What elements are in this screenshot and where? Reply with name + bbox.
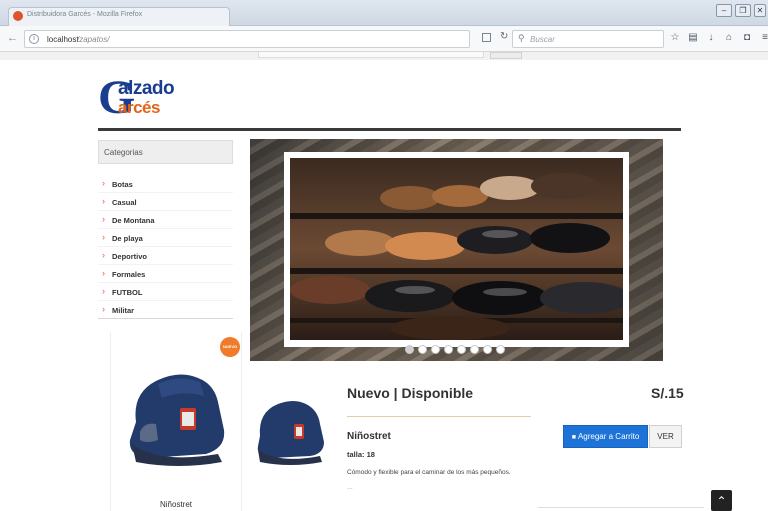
carousel-indicators [405, 345, 505, 354]
minimize-icon[interactable]: – [716, 4, 732, 17]
url-path: /zapatos/ [77, 35, 110, 44]
menu-icon[interactable]: ≡ [759, 32, 768, 44]
chevron-right-icon: › [102, 178, 105, 188]
category-label: De Montana [112, 216, 155, 225]
tab-title: Distribuidora Garcés - Mozilla Firefox [27, 11, 143, 18]
category-label: De playa [112, 234, 143, 243]
view-button[interactable]: VER [649, 425, 682, 448]
category-list: › Botas › Casual › De Montana › De playa… [98, 175, 233, 319]
product-price: S/.15 [651, 385, 684, 401]
category-label: Deportivo [112, 252, 148, 261]
carousel-dot[interactable] [457, 345, 466, 354]
sidebar-divider [98, 318, 233, 319]
chevron-right-icon: › [102, 214, 105, 224]
browser-window: Distribuidora Garcés - Mozilla Firefox –… [0, 0, 768, 511]
back-arrow-icon[interactable]: ← [7, 32, 18, 44]
carousel-dot[interactable] [418, 345, 427, 354]
top-select[interactable] [258, 52, 484, 58]
window-controls: – ❐ ✕ [716, 4, 766, 17]
toolbar-icons: ☆ ▤ ↓ ⌂ ◘ ≡ [669, 32, 768, 44]
product-description: Cómodo y flexible para el caminar de los… [347, 469, 511, 476]
category-item-formales[interactable]: › Formales [98, 265, 233, 283]
page-top-strip [0, 52, 768, 60]
carousel-dot[interactable] [483, 345, 492, 354]
add-to-cart-label: Agregar a Carrito [577, 432, 640, 441]
product-thumbnail[interactable] [250, 386, 330, 466]
chevron-right-icon: › [102, 196, 105, 206]
chevron-right-icon: › [102, 304, 105, 314]
chevron-right-icon: › [102, 232, 105, 242]
product-size: talla: 18 [347, 450, 375, 459]
category-item-deportivo[interactable]: › Deportivo [98, 247, 233, 265]
reload-icon[interactable]: ↻ [500, 31, 508, 42]
categories-heading: Categorias [98, 140, 233, 164]
category-item-militar[interactable]: › Militar [98, 301, 233, 319]
carousel-dot[interactable] [405, 345, 414, 354]
header-divider [98, 128, 681, 131]
category-label: Formales [112, 270, 146, 279]
cart-icon: ■ [571, 434, 576, 441]
carousel-slide-image [290, 158, 623, 340]
category-item-botas[interactable]: › Botas [98, 175, 233, 193]
logo[interactable]: G alzado arcés [98, 72, 188, 124]
pocket-icon[interactable]: ◘ [741, 32, 753, 44]
categories-heading-label: Categorias [104, 148, 143, 157]
carousel-dot[interactable] [444, 345, 453, 354]
title-bar: Distribuidora Garcés - Mozilla Firefox –… [0, 0, 768, 26]
search-placeholder: Buscar [530, 35, 555, 44]
category-item-de-playa[interactable]: › De playa [98, 229, 233, 247]
product-card-name[interactable]: Niñostret [110, 500, 242, 509]
category-label: Botas [112, 180, 133, 189]
product-ellipsis: ... [347, 484, 353, 491]
add-to-cart-button[interactable]: ■ Agregar a Carrito [563, 425, 648, 448]
close-icon[interactable]: ✕ [754, 4, 766, 17]
carousel-dot[interactable] [496, 345, 505, 354]
firefox-icon [13, 11, 23, 21]
info-icon[interactable]: i [29, 34, 39, 44]
image-carousel[interactable] [250, 139, 663, 361]
product-divider [347, 416, 531, 417]
product-status-title: Nuevo | Disponible [347, 385, 474, 401]
page-content: G alzado arcés Categorias › Botas › Casu… [10, 60, 768, 511]
category-item-futbol[interactable]: › FUTBOL [98, 283, 233, 301]
download-icon[interactable]: ↓ [705, 32, 717, 44]
star-icon[interactable]: ☆ [669, 32, 681, 44]
url-host: localhost [47, 35, 79, 44]
chevron-right-icon: › [102, 250, 105, 260]
shoe-shelf-photo [290, 158, 623, 340]
restore-icon[interactable]: ❐ [735, 4, 751, 17]
scroll-to-top-icon[interactable]: ⌃ [711, 490, 732, 511]
logo-text-bottom: arcés [118, 98, 160, 117]
home-icon[interactable]: ⌂ [723, 32, 735, 44]
chevron-right-icon: › [102, 268, 105, 278]
carousel-dot[interactable] [431, 345, 440, 354]
browser-tab[interactable]: Distribuidora Garcés - Mozilla Firefox [8, 7, 230, 26]
footer-divider [538, 507, 704, 508]
top-button[interactable] [490, 52, 522, 59]
search-icon: ⚲ [518, 33, 525, 43]
logo-text-top: alzado [118, 78, 175, 99]
address-bar[interactable]: i localhost /zapatos/ [24, 30, 470, 48]
category-label: FUTBOL [112, 288, 143, 297]
category-label: Casual [112, 198, 137, 207]
category-item-casual[interactable]: › Casual [98, 193, 233, 211]
reading-list-icon[interactable]: ▤ [687, 32, 699, 44]
product-image[interactable] [118, 352, 238, 468]
product-name: Niñostret [347, 431, 391, 442]
chevron-right-icon: › [102, 286, 105, 296]
category-item-de-montana[interactable]: › De Montana [98, 211, 233, 229]
category-label: Militar [112, 306, 135, 315]
search-bar[interactable]: ⚲ Buscar [512, 30, 664, 48]
navigation-bar: ← i localhost /zapatos/ ↻ ⚲ Buscar ☆ ▤ ↓… [0, 26, 768, 52]
carousel-dot[interactable] [470, 345, 479, 354]
reader-view-icon[interactable] [482, 33, 491, 42]
